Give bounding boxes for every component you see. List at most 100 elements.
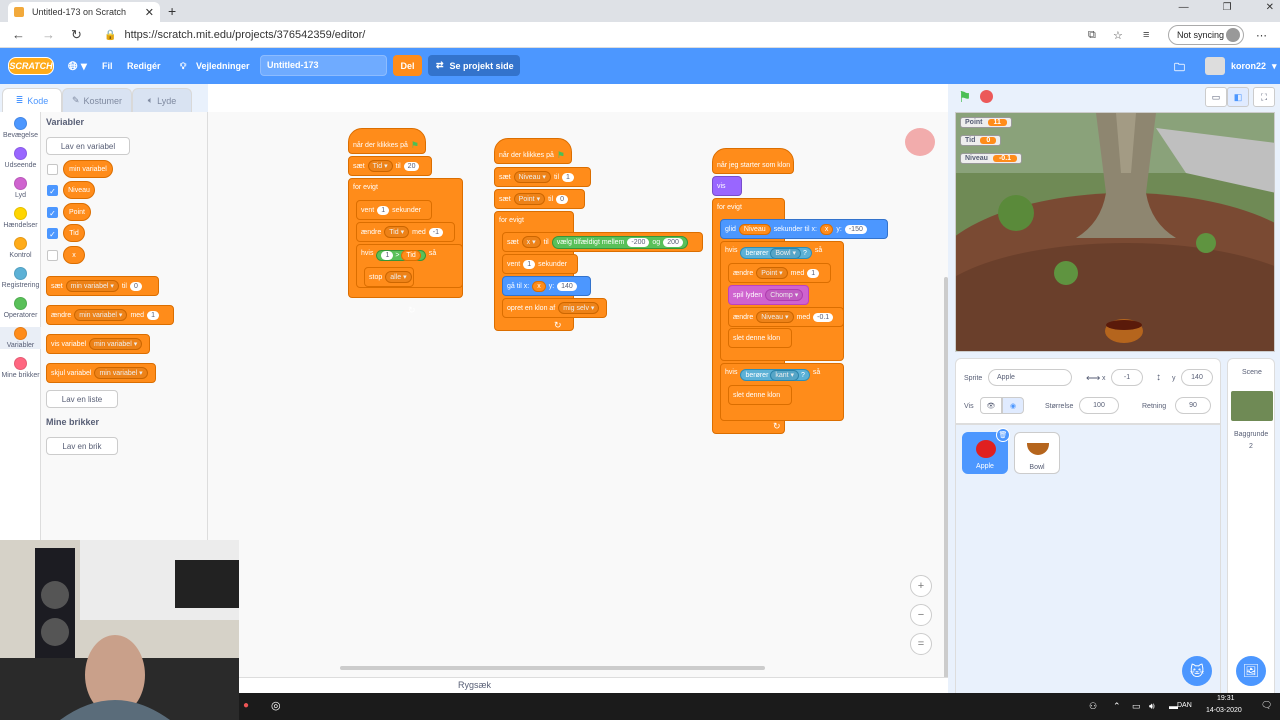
forward-icon[interactable]: → xyxy=(42,27,55,42)
s2-goto-y[interactable]: 140 xyxy=(557,281,577,291)
hide-sprite-eye-icon[interactable]: ◉ xyxy=(1002,397,1024,414)
show-sprite-eye-icon[interactable]: 👁︎ xyxy=(980,397,1002,414)
s2-rand-from[interactable]: -200 xyxy=(627,237,650,247)
category-registrering[interactable]: Registrering xyxy=(0,267,41,289)
monitor-tid[interactable]: Tid 0 xyxy=(960,135,1002,146)
stage-thumbnail[interactable] xyxy=(1231,391,1273,421)
share-button[interactable]: Del xyxy=(393,55,422,76)
s3-change2-dd[interactable]: Niveau ▾ xyxy=(756,311,794,323)
block-goto-xy[interactable]: gå til x: x y: 140 xyxy=(502,276,591,296)
s1-change-val[interactable]: -1 xyxy=(428,227,444,237)
s3-touching1[interactable]: berører Bowl ▾ ? xyxy=(740,247,812,259)
block-change-point[interactable]: ændre Point ▾ med 1 xyxy=(728,263,831,283)
s3-glide-var[interactable]: Niveau xyxy=(738,223,771,235)
backpack-bar[interactable]: Rygsæk xyxy=(238,677,948,693)
browser-tab[interactable]: Untitled-173 on Scratch ✕ xyxy=(8,2,160,22)
s1-cmp-left[interactable]: 1 xyxy=(381,251,394,260)
make-list-button[interactable]: Lav en liste xyxy=(46,390,118,408)
collections-icon[interactable]: ⧉ xyxy=(1088,29,1096,42)
s1-stop-dd[interactable]: alle ▾ xyxy=(385,271,412,283)
category-variabler[interactable]: Variabler xyxy=(0,327,41,349)
block-change-value[interactable]: 1 xyxy=(147,310,159,320)
block-set-tid[interactable]: sæt Tid ▾ til 20 xyxy=(348,156,432,176)
block-create-clone[interactable]: opret en klon af mig selv ▾ xyxy=(502,298,607,318)
s3-glide-x[interactable]: x xyxy=(819,223,834,235)
block-set-value[interactable]: 0 xyxy=(129,281,142,291)
horizontal-scrollbar[interactable] xyxy=(340,666,765,670)
block-show[interactable]: vis xyxy=(712,176,742,196)
taskbar-app-icon[interactable]: ● xyxy=(243,700,249,711)
stage-selector[interactable]: Scene Baggrunde 2 🖼︎ xyxy=(1227,358,1275,694)
new-tab-icon[interactable]: + xyxy=(168,3,176,19)
category-bevægelse[interactable]: Bevægelse xyxy=(0,117,41,139)
block-play-sound[interactable]: spil lyden Chomp ▾ xyxy=(728,285,809,305)
delete-sprite-icon[interactable]: 🗑︎ xyxy=(996,428,1010,442)
fullscreen-icon[interactable]: ⛶ xyxy=(1253,87,1275,107)
s1-set-val[interactable]: 20 xyxy=(403,161,420,171)
zoom-reset-icon[interactable]: = xyxy=(910,633,932,655)
sprite-x-input[interactable]: -1 xyxy=(1111,369,1143,386)
s2-set1-dd[interactable]: Niveau ▾ xyxy=(513,171,551,183)
add-sprite-icon[interactable]: 🐱︎ xyxy=(1182,656,1212,686)
variable-checkbox-tid[interactable]: ✓ xyxy=(47,228,58,239)
tab-costumes[interactable]: ✎ Kostumer xyxy=(62,88,132,112)
s3-touch1-dd[interactable]: Bowl ▾ xyxy=(770,248,802,259)
block-delete-clone-2[interactable]: slet denne klon xyxy=(728,385,792,405)
s3-change-val[interactable]: 1 xyxy=(807,268,820,278)
s1-set-dd[interactable]: Tid ▾ xyxy=(367,160,393,172)
back-icon[interactable]: ← xyxy=(12,27,25,42)
block-show-dropdown[interactable]: min variabel ▾ xyxy=(89,338,143,350)
variable-reporter-tid[interactable]: Tid xyxy=(63,224,85,242)
stop-sign-icon[interactable] xyxy=(980,90,993,103)
language-indicator[interactable]: DAN xyxy=(1177,702,1192,709)
block-glide[interactable]: glid Niveau sekunder til x: x y: -150 xyxy=(720,219,888,239)
variable-reporter-min[interactable]: min variabel xyxy=(63,160,113,178)
block-when-flag-clicked[interactable]: når der klikkes på ⚑ xyxy=(348,128,426,154)
variable-checkbox-point[interactable]: ✓ xyxy=(47,207,58,218)
clock-time[interactable]: 19:31 xyxy=(1217,695,1235,702)
s3-sound-dd[interactable]: Chomp ▾ xyxy=(765,289,804,301)
block-wait-2[interactable]: vent 1 sekunder xyxy=(502,254,578,274)
monitor-niveau[interactable]: Niveau -0.1 xyxy=(960,153,1023,164)
block-when-flag-clicked-2[interactable]: når der klikkes på ⚑ xyxy=(494,138,572,164)
tab-code[interactable]: ≣ Kode xyxy=(2,88,62,112)
sprite-direction-input[interactable]: 90 xyxy=(1175,397,1211,414)
variable-checkbox-min[interactable] xyxy=(47,164,58,175)
favorite-star-icon[interactable]: ☆ xyxy=(1113,29,1123,42)
sprite-name-input[interactable]: Apple xyxy=(988,369,1072,386)
minimize-icon[interactable]: — xyxy=(1179,2,1189,13)
s1-cmp-right[interactable]: Tid xyxy=(401,250,421,261)
block-hide-dropdown[interactable]: min variabel ▾ xyxy=(94,367,148,379)
large-stage-icon[interactable]: ◧ xyxy=(1227,87,1249,107)
globe-icon[interactable]: 🌐︎ ▾ xyxy=(68,59,87,74)
close-window-icon[interactable]: ✕ xyxy=(1266,2,1274,13)
network-icon[interactable]: ▭ xyxy=(1132,701,1141,712)
user-menu[interactable]: koron22 ▾ xyxy=(1205,57,1277,75)
folder-icon[interactable]: 🗀 xyxy=(1174,59,1185,78)
clock-date[interactable]: 14-03-2020 xyxy=(1206,707,1242,714)
block-set-x-random[interactable]: sæt x ▾ til vælg tilfældigt mellem -200 … xyxy=(502,232,703,252)
s3-touch2-dd[interactable]: kant ▾ xyxy=(770,370,800,381)
sprite-size-input[interactable]: 100 xyxy=(1079,397,1119,414)
s1-compare[interactable]: 1 > Tid xyxy=(376,250,426,261)
s3-glide-y[interactable]: -150 xyxy=(844,224,867,234)
block-change-variable[interactable]: ændre min variabel ▾ med 1 xyxy=(46,305,174,325)
more-menu-icon[interactable]: ⋯ xyxy=(1256,29,1267,42)
add-backdrop-icon[interactable]: 🖼︎ xyxy=(1236,656,1266,686)
variable-reporter-x[interactable]: x xyxy=(63,246,85,264)
make-variable-button[interactable]: Lav en variabel xyxy=(46,137,130,155)
variable-checkbox-niveau[interactable]: ✓ xyxy=(47,185,58,196)
block-change-tid[interactable]: ændre Tid ▾ med -1 xyxy=(356,222,455,242)
s2-set3-dd[interactable]: x ▾ xyxy=(521,236,541,248)
s2-set2-dd[interactable]: Point ▾ xyxy=(513,193,546,205)
sprite-thumb-bowl[interactable]: Bowl xyxy=(1014,432,1060,474)
tab-sounds[interactable]: 🔈︎ Lyde xyxy=(132,88,192,112)
menu-tutorials[interactable]: Vejledninger xyxy=(196,61,250,71)
people-icon[interactable]: ⚇ xyxy=(1089,701,1097,712)
monitor-point[interactable]: Point 11 xyxy=(960,117,1012,128)
taskbar-obs-icon[interactable]: ◎ xyxy=(271,699,281,712)
see-project-page-button[interactable]: ⇄ Se projekt side xyxy=(428,55,520,76)
variable-checkbox-x[interactable] xyxy=(47,250,58,261)
category-mine-brikker[interactable]: Mine brikker xyxy=(0,357,41,379)
menu-file[interactable]: Fil xyxy=(102,61,113,71)
